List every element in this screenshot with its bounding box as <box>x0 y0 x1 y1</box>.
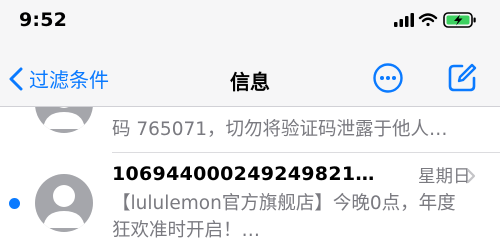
list-item[interactable]: 码 765071，切勿将验证码泄露于他人… <box>0 107 500 152</box>
signal-icon <box>394 13 414 27</box>
person-icon <box>43 107 85 129</box>
message-preview: 【lululemon官方旗舰店】今晚0点，年度狂欢准时开启！… <box>112 193 456 241</box>
compose-button[interactable] <box>447 63 477 93</box>
unread-indicator <box>9 198 20 209</box>
list-item[interactable]: 106944000249249821… 星期日 【lululemon官方旗舰店】… <box>0 153 500 250</box>
status-time: 9:52 <box>19 9 68 31</box>
message-preview: 码 765071，切勿将验证码泄露于他人… <box>112 119 448 140</box>
battery-charging-icon <box>443 12 476 28</box>
header-area: 9:52 过滤条件 信息 <box>0 0 500 106</box>
more-options-icon <box>373 63 403 93</box>
wifi-icon <box>418 13 438 27</box>
avatar <box>35 174 93 232</box>
chevron-right-icon <box>466 168 476 184</box>
message-sender: 106944000249249821… <box>112 163 375 185</box>
message-date: 星期日 <box>418 167 471 187</box>
more-button[interactable] <box>372 62 404 94</box>
person-icon <box>43 185 85 228</box>
avatar <box>35 107 93 133</box>
compose-icon <box>448 63 477 92</box>
page-title: 信息 <box>230 70 270 94</box>
status-icons <box>394 10 480 30</box>
